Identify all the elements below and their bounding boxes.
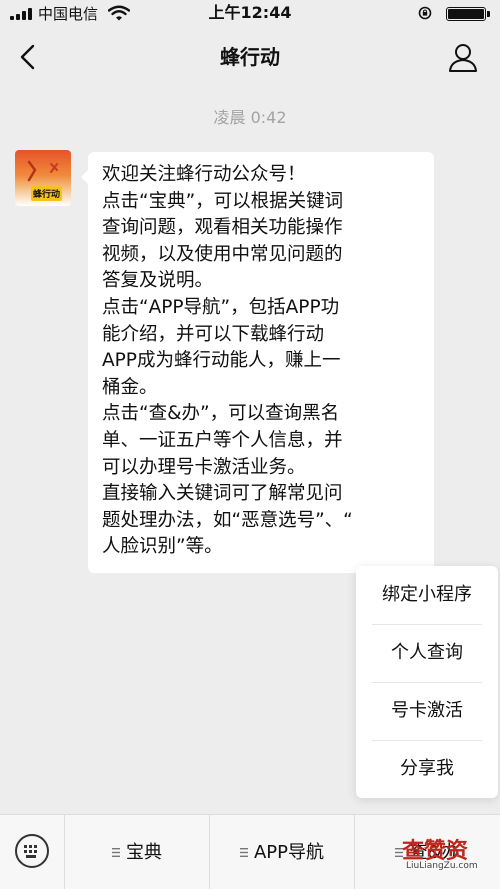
orientation-lock-icon xyxy=(418,6,432,20)
message-line: 点击“查&办”，可以查询黑名 xyxy=(102,403,340,425)
status-bar: 中国电信 上午12:44 xyxy=(0,0,500,28)
message-line: 答复及说明。 xyxy=(102,270,214,292)
profile-button[interactable] xyxy=(446,40,480,74)
avatar[interactable]: 蜂行动 xyxy=(15,150,71,206)
keyboard-toggle-button[interactable] xyxy=(0,815,64,889)
message-line: 能介绍，并可以下载蜂行动 xyxy=(102,323,325,345)
avatar-logo: 蜂行动 xyxy=(31,186,63,201)
menu-lines-icon xyxy=(239,848,248,857)
keyboard-icon xyxy=(15,834,49,868)
menu-item-share[interactable]: 分享我 xyxy=(356,740,498,798)
page-title: 蜂行动 xyxy=(220,45,280,69)
message-line: 桶金。 xyxy=(102,376,158,398)
menu-lines-icon xyxy=(112,848,120,857)
menu-tab-label: 宝典 xyxy=(126,842,162,863)
message-line: 人脸识别”等。 xyxy=(102,536,223,558)
popup-submenu: 绑定小程序 个人查询 号卡激活 分享我 xyxy=(356,566,498,798)
menu-item-personal-query[interactable]: 个人查询 xyxy=(356,624,498,682)
menu-item-card-activation[interactable]: 号卡激活 xyxy=(356,682,498,740)
menu-tab-baodian[interactable]: 宝典 xyxy=(65,815,209,889)
menu-item-bind-miniprogram[interactable]: 绑定小程序 xyxy=(356,566,498,624)
watermark: 查赞资 LiuLiangZu.com xyxy=(400,833,500,889)
watermark-url: LiuLiangZu.com xyxy=(406,861,478,871)
message-line: 题处理办法，如“恶意选号”、“ xyxy=(102,509,353,531)
message-bubble[interactable]: 欢迎关注蜂行动公众号！ 点击“宝典”，可以根据关键词 查询问题，观看相关功能操作… xyxy=(81,152,434,573)
battery-icon xyxy=(446,7,490,21)
message-line: 点击“宝典”，可以根据关键词 xyxy=(102,190,344,212)
menu-tab-label: APP导航 xyxy=(253,842,325,863)
message-line: 视频，以及使用中常见问题的 xyxy=(102,243,343,265)
message-line: 直接输入关键词可了解常见问 xyxy=(102,483,343,505)
menu-tab-app-nav[interactable]: APP导航 xyxy=(210,815,354,889)
message-line: 查询问题，观看相关功能操作 xyxy=(102,217,343,239)
message-timestamp: 凌晨 0:42 xyxy=(213,108,287,127)
message-line: 可以办理号卡激活业务。 xyxy=(102,456,306,478)
message-line: 点击“APP导航”，包括APP功 xyxy=(102,296,340,318)
title-bar: 蜂行动 xyxy=(0,28,500,86)
message-line: APP成为蜂行动能人，赚上一 xyxy=(102,350,341,372)
person-icon xyxy=(449,44,477,72)
message-line: 欢迎关注蜂行动公众号！ xyxy=(102,164,306,185)
message-line: 单、一证五户等个人信息，并 xyxy=(102,429,343,451)
